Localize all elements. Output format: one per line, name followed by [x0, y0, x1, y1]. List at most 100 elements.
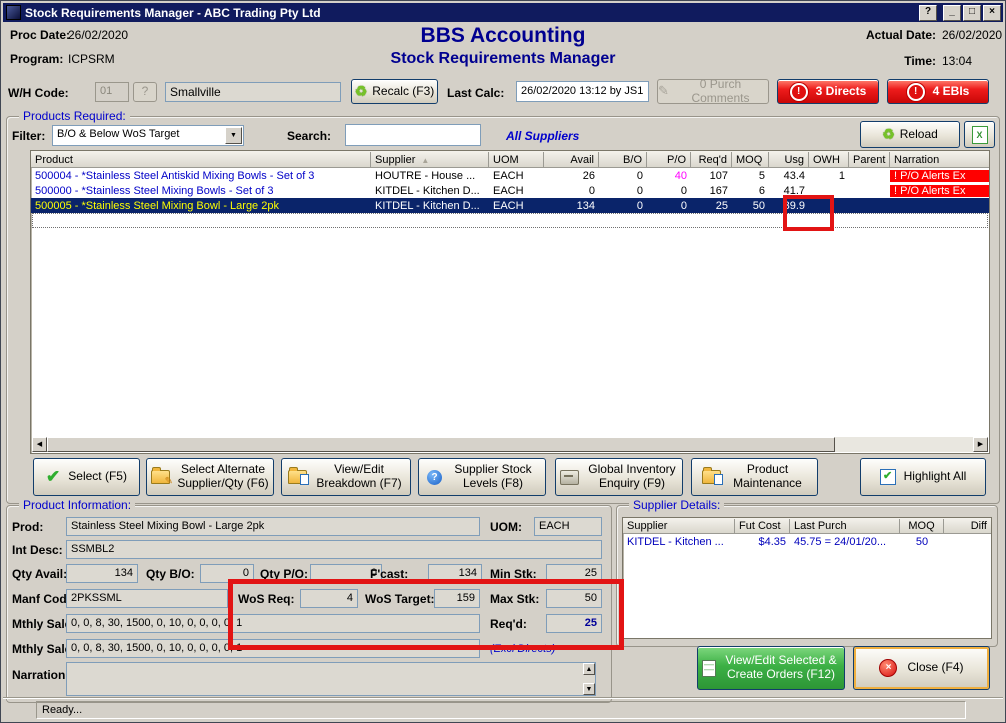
close-window-button[interactable]: × — [983, 5, 1001, 21]
actual-date-label: Actual Date: — [848, 28, 936, 42]
fcast-field[interactable]: 134 — [428, 564, 482, 583]
wos-target-field[interactable]: 159 — [434, 589, 480, 608]
create-orders-label: View/Edit Selected & Create Orders (F12) — [722, 654, 840, 682]
min-stk-field[interactable]: 25 — [546, 564, 602, 583]
cell-product[interactable]: 500004 - *Stainless Steel Antiskid Mixin… — [31, 170, 371, 182]
cell-product[interactable]: 500005 - *Stainless Steel Mixing Bowl - … — [31, 200, 371, 212]
help-button[interactable]: ? — [919, 5, 937, 21]
int-desc-field[interactable]: SSMBL2 — [66, 540, 602, 559]
last-calc-field[interactable]: 26/02/2020 13:12 by JS1 — [516, 81, 649, 102]
max-stk-field[interactable]: 50 — [546, 589, 602, 608]
manf-code-field[interactable]: 2PKSSML — [66, 589, 228, 608]
scrollbar-thumb[interactable] — [47, 437, 835, 452]
pencil-icon: ✎ — [165, 476, 173, 488]
mthly-sales-field-1[interactable]: 0, 0, 8, 30, 1500, 0, 10, 0, 0, 0, 0, 1 — [66, 614, 480, 633]
view-edit-breakdown-button[interactable]: View/Edit Breakdown (F7) — [281, 458, 411, 496]
max-stk-label: Max Stk: — [490, 592, 539, 606]
narration-label: Narration: — [12, 668, 69, 682]
col-supplier[interactable]: Supplier▲ — [371, 152, 489, 168]
statusbar-divider-highlight — [3, 698, 1003, 699]
wos-req-field[interactable]: 4 — [300, 589, 358, 608]
products-table-header: Product Supplier▲ UOM Avail B/O P/O Req'… — [31, 151, 989, 168]
alert-icon: ! — [907, 83, 925, 101]
qty-bo-field[interactable]: 0 — [200, 564, 254, 583]
col-owh[interactable]: OWH — [809, 152, 849, 168]
fcast-label: F'cast: — [370, 567, 408, 581]
reload-button[interactable]: ♻ Reload — [860, 121, 960, 148]
cell-usg: 43.4 — [769, 170, 809, 182]
cell-usg: 39.9 — [769, 200, 809, 212]
close-button[interactable]: × Close (F4) — [853, 646, 990, 690]
search-input[interactable] — [345, 124, 481, 146]
minimize-button[interactable]: _ — [943, 5, 961, 21]
col-product[interactable]: Product — [31, 152, 371, 168]
prod-label: Prod: — [12, 520, 43, 534]
cell-uom: EACH — [489, 185, 544, 197]
col-sd-fut-cost[interactable]: Fut Cost — [735, 519, 790, 534]
supplier-detail-row[interactable]: KITDEL - Kitchen ... $4.35 45.75 = 24/01… — [623, 534, 991, 550]
check-icon: ✔ — [46, 467, 60, 487]
scroll-left-icon[interactable]: ◀ — [32, 437, 47, 452]
directs-button[interactable]: ! 3 Directs — [777, 79, 879, 104]
reload-label: Reload — [900, 128, 938, 142]
col-parent[interactable]: Parent — [849, 152, 890, 168]
filter-label: Filter: — [12, 129, 45, 143]
cell-product[interactable]: 500000 - *Stainless Steel Mixing Bowls -… — [31, 185, 371, 197]
prod-field[interactable]: Stainless Steel Mixing Bowl - Large 2pk — [66, 517, 480, 536]
col-sd-supplier[interactable]: Supplier — [623, 519, 735, 534]
col-moq[interactable]: MOQ — [732, 152, 769, 168]
product-information-caption: Product Information: — [19, 498, 135, 512]
supplier-stock-levels-label: Supplier Stock Levels (F8) — [449, 463, 537, 491]
horizontal-scrollbar[interactable]: ◀ ▶ — [32, 437, 988, 452]
col-narration[interactable]: Narration — [890, 152, 989, 168]
col-usg[interactable]: Usg — [769, 152, 809, 168]
uom-field[interactable]: EACH — [534, 517, 602, 536]
cell-po: 0 — [647, 185, 691, 197]
supplier-details-header: Supplier Fut Cost Last Purch MOQ Diff — [623, 518, 991, 534]
directs-label: 3 Directs — [816, 85, 867, 99]
table-row[interactable]: 500000 - *Stainless Steel Mixing Bowls -… — [31, 183, 989, 198]
scroll-up-icon[interactable]: ▲ — [583, 663, 595, 675]
qty-avail-field[interactable]: 134 — [66, 564, 138, 583]
reqd-field[interactable]: 25 — [546, 614, 602, 633]
maximize-button[interactable]: □ — [963, 5, 981, 21]
close-label: Close (F4) — [907, 661, 963, 675]
narration-field[interactable] — [66, 662, 596, 696]
select-alternate-supplier-button[interactable]: ✎ Select Alternate Supplier/Qty (F6) — [146, 458, 274, 496]
folder-page-icon — [288, 470, 307, 484]
cell-owh: 1 — [809, 170, 849, 182]
col-bo[interactable]: B/O — [599, 152, 647, 168]
qty-po-label: Qty P/O: — [260, 567, 308, 581]
col-po[interactable]: P/O — [647, 152, 691, 168]
select-label: Select (F5) — [68, 470, 127, 484]
chevron-down-icon[interactable]: ▼ — [225, 127, 242, 144]
ebis-button[interactable]: ! 4 EBIs — [887, 79, 989, 104]
recalc-button[interactable]: ♻ Recalc (F3) — [351, 79, 438, 104]
scroll-right-icon[interactable]: ▶ — [973, 437, 988, 452]
global-inventory-enquiry-button[interactable]: Global Inventory Enquiry (F9) — [555, 458, 683, 496]
purch-comments-button: ✎ 0 Purch Comments — [657, 79, 769, 104]
export-excel-button[interactable]: X — [964, 121, 995, 148]
col-supplier-label: Supplier — [375, 154, 415, 166]
wh-name-field[interactable]: Smallville — [165, 82, 341, 102]
select-button[interactable]: ✔ Select (F5) — [33, 458, 140, 496]
col-sd-moq[interactable]: MOQ — [900, 519, 944, 534]
mthly-sales-field-2[interactable]: 0, 0, 8, 30, 1500, 0, 10, 0, 0, 0, 0, 1 — [66, 639, 480, 658]
col-sd-last-purch[interactable]: Last Purch — [790, 519, 900, 534]
filter-dropdown[interactable]: B/O & Below WoS Target ▼ — [52, 125, 244, 146]
col-avail[interactable]: Avail — [544, 152, 599, 168]
product-maintenance-button[interactable]: Product Maintenance — [691, 458, 818, 496]
close-icon: × — [879, 659, 897, 677]
scrollbar-track[interactable] — [835, 437, 973, 452]
supplier-stock-levels-button[interactable]: ? Supplier Stock Levels (F8) — [418, 458, 546, 496]
create-orders-button[interactable]: View/Edit Selected & Create Orders (F12) — [697, 646, 845, 690]
checklist-icon — [702, 660, 716, 677]
wos-req-label: WoS Req: — [238, 592, 294, 606]
table-row[interactable]: 500004 - *Stainless Steel Antiskid Mixin… — [31, 168, 989, 183]
col-reqd[interactable]: Req'd — [691, 152, 732, 168]
highlight-all-button[interactable]: ✔ Highlight All — [860, 458, 986, 496]
col-uom[interactable]: UOM — [489, 152, 544, 168]
table-row-selected[interactable]: 500005 - *Stainless Steel Mixing Bowl - … — [31, 198, 989, 213]
col-sd-diff[interactable]: Diff — [944, 519, 991, 534]
scroll-down-icon[interactable]: ▼ — [583, 683, 595, 695]
